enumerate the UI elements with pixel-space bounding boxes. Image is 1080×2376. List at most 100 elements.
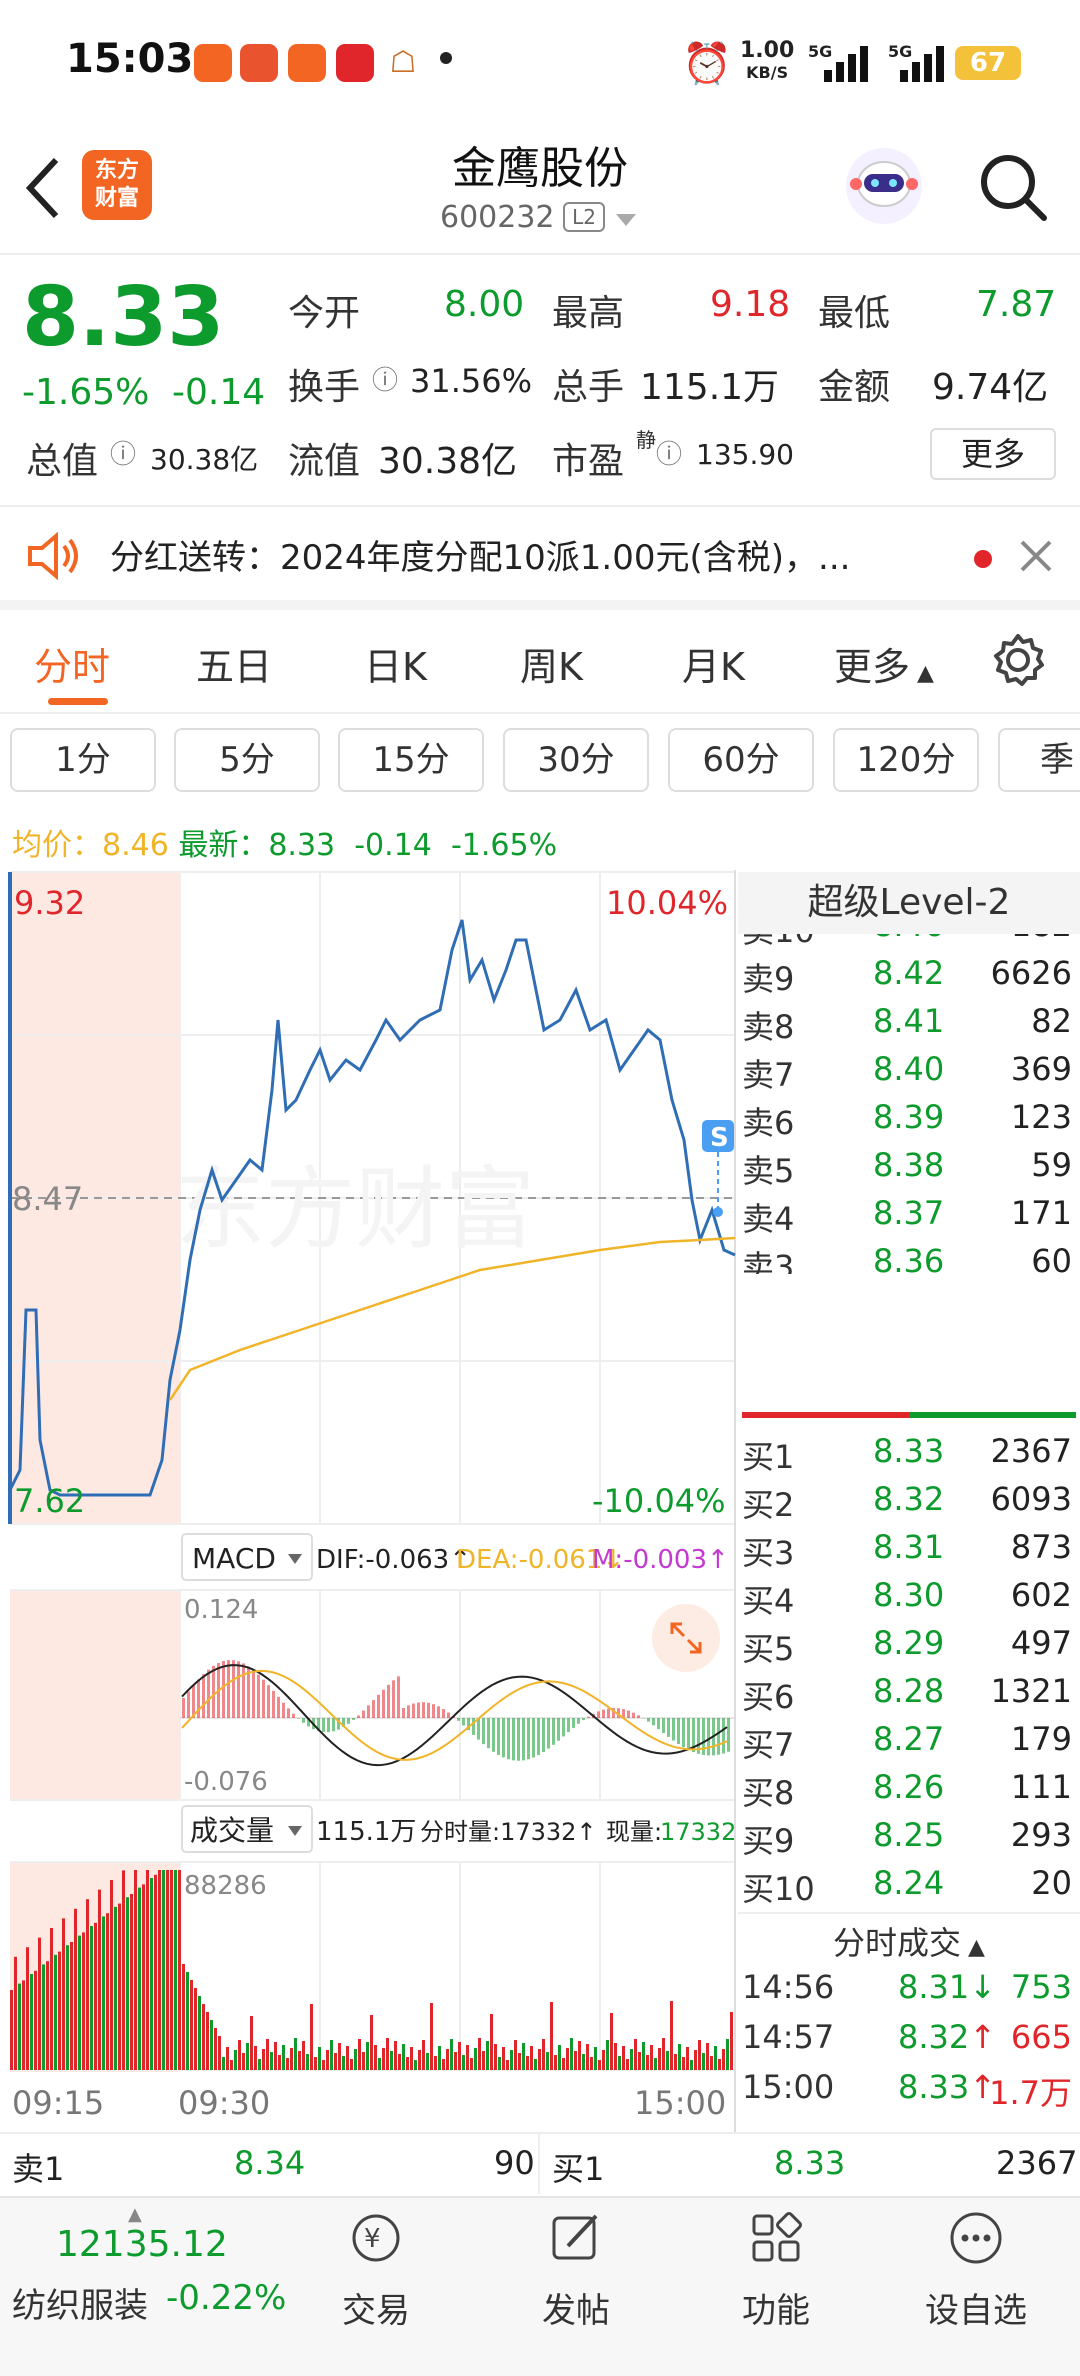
bid-row: 买6 8.28 1321 (738, 1672, 1080, 1720)
volume-bar (638, 2052, 641, 2070)
period-15min[interactable]: 15分 (338, 728, 484, 792)
macd-histogram-bar (407, 1705, 410, 1718)
macd-histogram-bar (422, 1702, 425, 1718)
sector-name[interactable]: 纺织服装 (12, 2278, 148, 2327)
close-icon[interactable] (1018, 538, 1054, 574)
tab-more[interactable]: 更多 ▲ (834, 636, 934, 691)
max-pct-label: 10.04% (606, 884, 728, 922)
bid-price: 8.24 (873, 1864, 945, 1902)
volume-bar (154, 1874, 157, 2070)
volume-bar (666, 2051, 669, 2070)
sell-signal-label: S (710, 1123, 729, 1153)
volume-bar (166, 1870, 169, 2070)
nav-add-watchlist[interactable]: 设自选 (896, 2200, 1056, 2332)
search-icon[interactable] (976, 150, 1050, 224)
volume-bar (174, 1870, 177, 2070)
tab-daily-k[interactable]: 日K (364, 636, 427, 691)
pe-label: 市盈 (552, 441, 625, 482)
ask-volume: 369 (1010, 1050, 1072, 1088)
macd-histogram-bar (182, 1698, 185, 1718)
macd-histogram-bar (517, 1718, 520, 1761)
market-cap-label: 总值 (26, 441, 99, 482)
volume-bar (614, 2043, 617, 2070)
more-quote-button[interactable]: 更多 (930, 428, 1056, 480)
volume-bar (326, 2050, 329, 2070)
macd-histogram-bar (367, 1705, 370, 1718)
volume-bar (66, 1945, 69, 2070)
notice-text[interactable]: 分红送转：2024年度分配10派1.00元(含税)，... (110, 530, 930, 579)
volume-bar (178, 1870, 181, 2070)
period-5min[interactable]: 5分 (174, 728, 320, 792)
bid-price: 8.32 (873, 1480, 945, 1518)
tab-intraday[interactable]: 分时 (34, 636, 110, 691)
period-1min[interactable]: 1分 (10, 728, 156, 792)
macd-histogram-bar (532, 1718, 535, 1758)
volume-bar (442, 2059, 445, 2070)
volume-bar (674, 2054, 677, 2070)
tab-weekly-k[interactable]: 周K (520, 636, 583, 691)
volume-bar (142, 1884, 145, 2070)
nav-post[interactable]: 发帖 (496, 2200, 656, 2332)
volume-bar (470, 2058, 473, 2070)
bid-volume: 179 (1010, 1720, 1072, 1758)
ask-row: 卖3 8.36 60 (738, 1242, 1080, 1274)
pe-value: 135.90 (696, 438, 794, 471)
bid-level-label: 买7 (742, 1726, 795, 1764)
volume-bar (218, 2036, 221, 2070)
macd-histogram-bar (587, 1716, 590, 1718)
period-60min[interactable]: 60分 (668, 728, 814, 792)
market-cap-value: 30.38亿 (150, 443, 259, 476)
best-bid-price: 8.33 (774, 2144, 846, 2182)
period-season[interactable]: 季 (998, 728, 1080, 792)
info-icon[interactable]: ⓘ (656, 434, 682, 471)
time-start-label: 09:15 (12, 2084, 104, 2122)
tick-row: 15:00 8.33↑ 1.7万 (738, 2068, 1080, 2116)
bid-level-label: 买2 (742, 1486, 795, 1524)
expand-chart-button[interactable] (652, 1604, 720, 1672)
macd-histogram-bar (357, 1715, 360, 1718)
volume-bar (646, 2055, 649, 2070)
chevron-up-icon[interactable]: ▲ (128, 2204, 142, 2225)
low-value: 7.87 (976, 284, 1057, 325)
order-book-title[interactable]: 超级Level-2 (738, 872, 1080, 934)
macd-histogram-bar (522, 1718, 525, 1761)
open-label: 今开 (288, 293, 361, 334)
signal-1-icon (824, 46, 868, 82)
volume-bar (338, 2043, 341, 2070)
volume-bar (570, 2038, 573, 2070)
ticks-title[interactable]: 分时成交 ▲ (738, 1918, 1080, 1964)
best-bid-vol: 2367 (996, 2144, 1078, 2182)
low-label: 最低 (818, 293, 891, 334)
nav-trade[interactable]: ¥ 交易 (296, 2200, 456, 2332)
macd-histogram-bar (442, 1709, 445, 1718)
volume-bar (26, 1947, 29, 2070)
info-icon[interactable]: ⓘ (110, 434, 136, 471)
best-ask-price: 8.34 (234, 2144, 306, 2182)
current-price: 8.33 (22, 270, 225, 365)
volume-bar (510, 2050, 513, 2070)
period-30min[interactable]: 30分 (503, 728, 649, 792)
volume-bar (106, 1913, 109, 2070)
stock-switch-dropdown-icon[interactable] (614, 212, 638, 228)
bid-price: 8.26 (873, 1768, 945, 1806)
ask-level-label: 卖3 (742, 1248, 795, 1274)
robot-assistant-icon[interactable] (842, 144, 926, 228)
bid-volume: 1321 (990, 1672, 1072, 1710)
sector-index-value[interactable]: 12135.12 (56, 2224, 228, 2265)
period-120min[interactable]: 120分 (833, 728, 979, 792)
tab-monthly-k[interactable]: 月K (682, 636, 745, 691)
bid-volume: 20 (1031, 1864, 1072, 1902)
volume-bar (98, 1889, 101, 2070)
volume-bar (462, 2055, 465, 2070)
ask-row: 卖5 8.38 59 (738, 1146, 1080, 1194)
tab-five-day[interactable]: 五日 (196, 636, 272, 691)
info-icon[interactable]: ⓘ (372, 360, 398, 397)
settings-gear-icon[interactable] (990, 632, 1046, 688)
bid-volume: 602 (1010, 1576, 1072, 1614)
nav-functions[interactable]: 功能 (696, 2200, 856, 2332)
macd-histogram-bar (417, 1702, 420, 1718)
bid-row: 买9 8.25 293 (738, 1816, 1080, 1864)
volume-bar (506, 2060, 509, 2070)
min-price-label: 7.62 (14, 1482, 85, 1520)
intraday-chart[interactable]: 东方财富 S 9.32 10.04% 8.47 7.62 -10.04% MAC… (0, 870, 738, 2132)
